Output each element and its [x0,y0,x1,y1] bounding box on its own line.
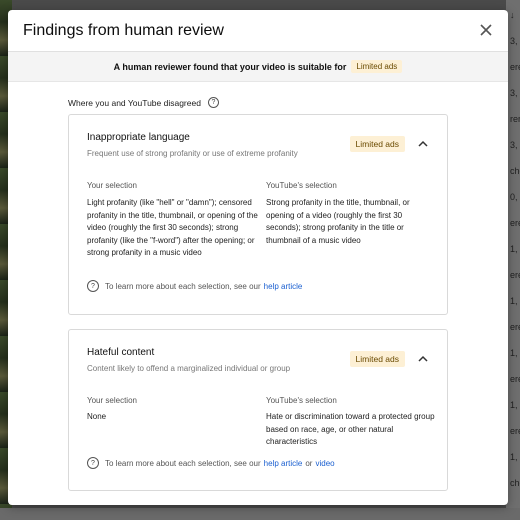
background-snippet: rere [510,114,520,124]
background-snippet: ↓ [510,10,515,20]
info-line: ? To learn more about each selection, se… [87,280,302,292]
background-snippet: ere [510,374,520,384]
youtube-selection-text: Hate or discrimination toward a protecte… [266,412,435,447]
finding-card-language: Inappropriate language Frequent use of s… [68,114,448,315]
banner-badge: Limited ads [351,60,403,73]
info-text: To learn more about each selection, see … [105,458,261,468]
info-line: ? To learn more about each selection, se… [87,457,335,469]
limited-ads-badge: Limited ads [349,136,405,152]
background-snippet: ere [510,426,520,436]
help-icon[interactable]: ? [207,97,219,108]
background-snippet: 3, 2 [510,36,520,46]
help-icon: ? [87,280,99,292]
dialog-header: Findings from human review [8,10,508,52]
background-snippet: 1, 2 [510,296,520,306]
dialog-title: Findings from human review [23,22,224,39]
review-banner: A human reviewer found that your video i… [8,52,508,82]
findings-dialog: Findings from human review A human revie… [8,10,508,505]
background-snippet: ere [510,322,520,332]
background-snippet: che [510,166,520,176]
card-title: Inappropriate language [87,132,190,143]
info-text: To learn more about each selection, see … [105,281,261,291]
background-list: ↓ 3, 2 ere 3, 2 rere 3, 2 che 0, 2 ere 1, 2 ere 1, … [506,0,520,520]
close-icon[interactable] [478,22,494,38]
background-snippet: ere [510,62,520,72]
background-snippet: ere [510,218,520,228]
banner-text: A human reviewer found that your video i… [113,61,347,72]
finding-card-hateful: Hateful content Content likely to offend… [68,329,448,491]
background-snippet: 1, 2 [510,348,520,358]
your-selection-text: None [87,412,107,421]
card-subtitle: Frequent use of strong profanity or use … [87,149,298,158]
card-title: Hateful content [87,347,155,358]
background-footer [0,508,520,520]
video-link[interactable]: video [315,459,334,468]
background-snippet: 1, 2 [510,452,520,462]
youtube-selection-text: Strong profanity in the title, thumbnail… [266,198,410,245]
limited-ads-badge: Limited ads [349,351,405,367]
your-selection-label: Your selection [87,181,137,190]
help-icon: ? [87,457,99,469]
background-snippet: 0, 2 [510,192,520,202]
youtube-selection-label: YouTube's selection [266,396,337,405]
disagree-text: Where you and YouTube disagreed [68,97,201,108]
card-subtitle: Content likely to offend a marginalized … [87,364,291,373]
youtube-selection-label: YouTube's selection [266,181,337,190]
chevron-up-icon[interactable] [418,355,428,362]
help-article-link[interactable]: help article [264,282,303,291]
background-snippet: 1, 2 [510,244,520,254]
disagree-label: Where you and YouTube disagreed ? [68,97,219,108]
background-snippet: 3, 2 [510,140,520,150]
help-article-link[interactable]: help article [264,459,303,468]
background-snippet: 1, 2 [510,400,520,410]
background-snippet: ere [510,270,520,280]
background-snippet: 3, 2 [510,88,520,98]
your-selection-text: Light profanity (like "hell" or "damn");… [87,198,258,258]
your-selection-label: Your selection [87,396,137,405]
or-text: or [305,458,313,468]
background-snippet: che [510,478,520,488]
chevron-up-icon[interactable] [418,140,428,147]
